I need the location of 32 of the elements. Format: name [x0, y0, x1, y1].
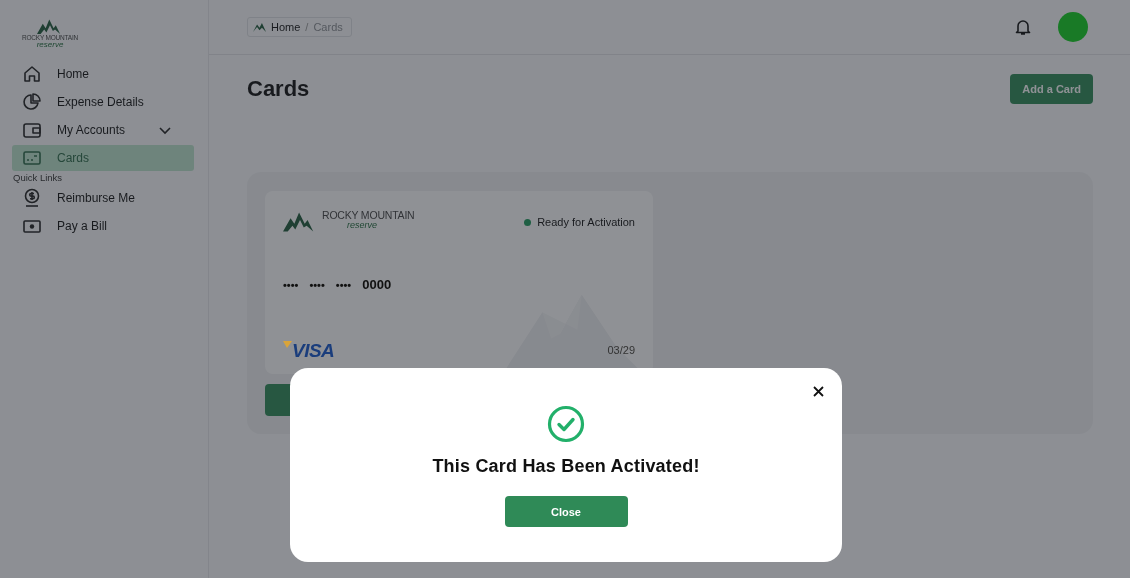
breadcrumb-separator: / [305, 21, 309, 33]
sidebar-item[interactable]: Home [12, 61, 194, 87]
logo-tagline: reserve [36, 41, 64, 49]
home-icon [22, 64, 42, 84]
check-circle-icon [547, 405, 585, 443]
mountain-icon [253, 22, 266, 32]
masked-digits: •••• [283, 278, 299, 291]
card-expiry: 03/29 [607, 344, 635, 356]
pie-chart-icon [22, 92, 42, 112]
bell-icon[interactable] [1013, 17, 1033, 37]
bank-card[interactable]: ROCKY MOUNTAIN reserve Ready for Activation •••• •••• •••• 0000 VISA 03/29 [265, 191, 653, 374]
close-button[interactable]: Close [504, 496, 628, 527]
brand-name: ROCKY MOUNTAIN [322, 209, 415, 221]
masked-digits: •••• [309, 278, 325, 291]
masked-digits: •••• [335, 278, 352, 291]
card-last-digits: 0000 [362, 277, 392, 292]
coin-icon [22, 188, 42, 208]
brand-tagline: reserve [347, 221, 378, 230]
sidebar-item[interactable]: Pay a Bill [12, 213, 194, 239]
sidebar-item[interactable]: Reimburse Me [12, 185, 194, 211]
card-status: Ready for Activation [537, 216, 635, 228]
section-title: Quick Links [12, 172, 64, 185]
status-dot [524, 218, 532, 226]
dialog-title: This Card Has Been Activated! [432, 456, 700, 477]
breadcrumb-link[interactable]: Home [271, 21, 301, 33]
card-icon [22, 148, 42, 168]
close-icon[interactable] [813, 386, 824, 397]
page-title: Cards [247, 76, 310, 102]
wallet-icon [22, 120, 42, 140]
sidebar-item[interactable]: Expense Details [12, 89, 194, 115]
card-network: VISA [292, 341, 335, 360]
sidebar-item[interactable]: My Accounts [12, 117, 194, 143]
